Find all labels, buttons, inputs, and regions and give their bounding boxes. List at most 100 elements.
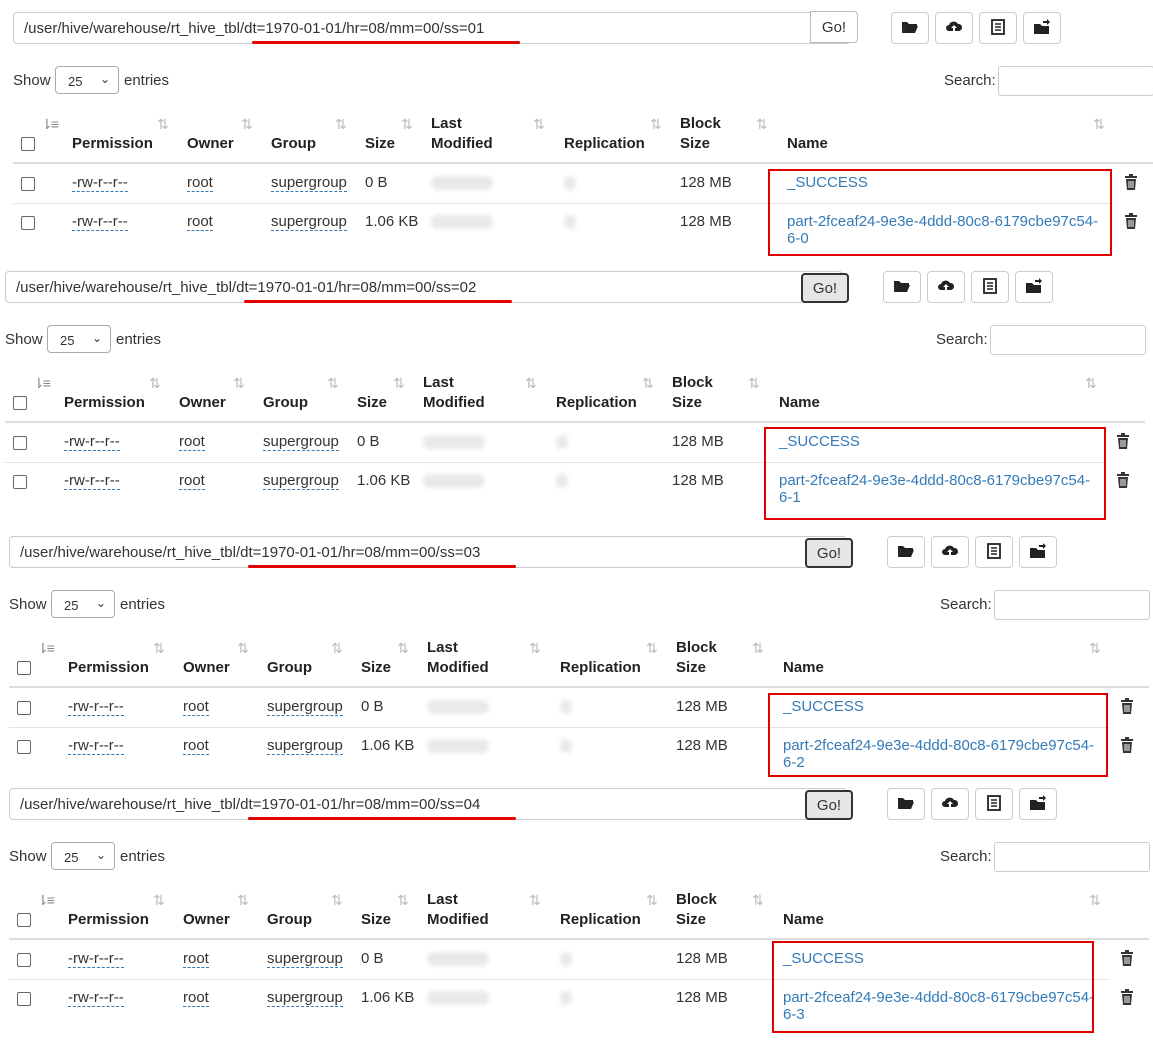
permission-link[interactable]: -rw-r--r-- <box>64 433 120 451</box>
group-link[interactable]: supergroup <box>267 950 343 968</box>
col-block-size[interactable]: Block Size <box>676 890 717 930</box>
group-link[interactable]: supergroup <box>267 698 343 716</box>
go-button[interactable]: Go! <box>805 538 853 568</box>
permission-link[interactable]: -rw-r--r-- <box>68 737 124 755</box>
sort-icon[interactable]: ⇅ <box>1085 375 1097 392</box>
path-input[interactable]: /user/hive/warehouse/rt_hive_tbl/dt=1970… <box>13 12 851 44</box>
select-all-checkbox[interactable] <box>17 913 31 927</box>
col-owner[interactable]: Owner <box>183 658 230 678</box>
owner-link[interactable]: root <box>179 433 205 451</box>
trash-icon[interactable] <box>1124 174 1138 190</box>
col-group[interactable]: Group <box>263 393 308 413</box>
create-directory-button[interactable] <box>891 12 929 44</box>
col-replication[interactable]: Replication <box>564 134 645 154</box>
move-button[interactable] <box>1019 788 1057 820</box>
select-all-checkbox[interactable] <box>21 137 35 151</box>
col-owner[interactable]: Owner <box>179 393 226 413</box>
path-input[interactable]: /user/hive/warehouse/rt_hive_tbl/dt=1970… <box>9 788 847 820</box>
group-link[interactable]: supergroup <box>271 213 347 231</box>
sort-icon[interactable]: ⇅ <box>331 640 343 657</box>
row-checkbox[interactable] <box>17 740 31 754</box>
trash-icon[interactable] <box>1116 472 1130 488</box>
select-all-checkbox[interactable] <box>17 661 31 675</box>
row-checkbox[interactable] <box>13 436 27 450</box>
owner-link[interactable]: root <box>183 737 209 755</box>
sort-icon[interactable]: ⇅ <box>331 892 343 909</box>
permission-link[interactable]: -rw-r--r-- <box>68 989 124 1007</box>
trash-icon[interactable] <box>1116 433 1130 449</box>
cut-paste-button[interactable] <box>979 12 1017 44</box>
search-input[interactable] <box>994 842 1150 872</box>
col-permission[interactable]: Permission <box>68 658 149 678</box>
sort-icon[interactable]: ⇅ <box>237 892 249 909</box>
sort-icon[interactable]: ⇅ <box>393 375 405 392</box>
col-group[interactable]: Group <box>271 134 316 154</box>
sort-icon[interactable]: ⇅ <box>533 116 545 133</box>
owner-link[interactable]: root <box>183 698 209 716</box>
col-name[interactable]: Name <box>779 393 820 413</box>
col-permission[interactable]: Permission <box>64 393 145 413</box>
col-group[interactable]: Group <box>267 658 312 678</box>
col-replication[interactable]: Replication <box>560 658 641 678</box>
owner-link[interactable]: root <box>183 989 209 1007</box>
page-size-select[interactable]: 25 ⌄ <box>51 842 115 870</box>
trash-icon[interactable] <box>1120 737 1134 753</box>
row-checkbox[interactable] <box>13 475 27 489</box>
sort-icon[interactable]: ⇅ <box>233 375 245 392</box>
go-button[interactable]: Go! <box>801 273 849 303</box>
permission-link[interactable]: -rw-r--r-- <box>72 213 128 231</box>
group-link[interactable]: supergroup <box>267 737 343 755</box>
group-link[interactable]: supergroup <box>271 174 347 192</box>
move-button[interactable] <box>1015 271 1053 303</box>
sort-icon[interactable]: ⇅ <box>646 640 658 657</box>
col-permission[interactable]: Permission <box>68 910 149 930</box>
owner-link[interactable]: root <box>183 950 209 968</box>
trash-icon[interactable] <box>1124 213 1138 229</box>
upload-button[interactable] <box>927 271 965 303</box>
trash-icon[interactable] <box>1120 698 1134 714</box>
row-checkbox[interactable] <box>17 953 31 967</box>
upload-button[interactable] <box>931 788 969 820</box>
col-block-size[interactable]: Block Size <box>680 114 721 154</box>
sort-icon[interactable]: ⇅ <box>153 892 165 909</box>
create-directory-button[interactable] <box>883 271 921 303</box>
col-last-modified[interactable]: Last Modified <box>431 114 493 154</box>
sort-icon[interactable]: ⇅ <box>752 892 764 909</box>
search-input[interactable] <box>998 66 1153 96</box>
col-permission[interactable]: Permission <box>72 134 153 154</box>
permission-link[interactable]: -rw-r--r-- <box>64 472 120 490</box>
owner-link[interactable]: root <box>187 174 213 192</box>
permission-link[interactable]: -rw-r--r-- <box>68 698 124 716</box>
page-size-select[interactable]: 25 ⌄ <box>55 66 119 94</box>
col-block-size[interactable]: Block Size <box>672 373 713 413</box>
col-replication[interactable]: Replication <box>560 910 641 930</box>
col-last-modified[interactable]: Last Modified <box>427 638 489 678</box>
sort-icon[interactable]: ⇂≡ <box>37 640 55 657</box>
sort-icon[interactable]: ⇅ <box>241 116 253 133</box>
col-size[interactable]: Size <box>361 910 391 930</box>
row-checkbox[interactable] <box>17 701 31 715</box>
move-button[interactable] <box>1023 12 1061 44</box>
sort-icon[interactable]: ⇅ <box>642 375 654 392</box>
page-size-select[interactable]: 25 ⌄ <box>51 590 115 618</box>
sort-icon[interactable]: ⇅ <box>397 892 409 909</box>
col-owner[interactable]: Owner <box>183 910 230 930</box>
sort-icon[interactable]: ⇅ <box>646 892 658 909</box>
col-name[interactable]: Name <box>783 658 824 678</box>
upload-button[interactable] <box>931 536 969 568</box>
row-checkbox[interactable] <box>17 992 31 1006</box>
group-link[interactable]: supergroup <box>263 472 339 490</box>
select-all-checkbox[interactable] <box>13 396 27 410</box>
sort-icon[interactable]: ⇅ <box>1089 640 1101 657</box>
upload-button[interactable] <box>935 12 973 44</box>
col-replication[interactable]: Replication <box>556 393 637 413</box>
go-button[interactable]: Go! <box>810 11 858 43</box>
move-button[interactable] <box>1019 536 1057 568</box>
col-group[interactable]: Group <box>267 910 312 930</box>
sort-icon[interactable]: ⇅ <box>157 116 169 133</box>
create-directory-button[interactable] <box>887 788 925 820</box>
col-size[interactable]: Size <box>361 658 391 678</box>
permission-link[interactable]: -rw-r--r-- <box>68 950 124 968</box>
search-input[interactable] <box>990 325 1146 355</box>
col-size[interactable]: Size <box>357 393 387 413</box>
